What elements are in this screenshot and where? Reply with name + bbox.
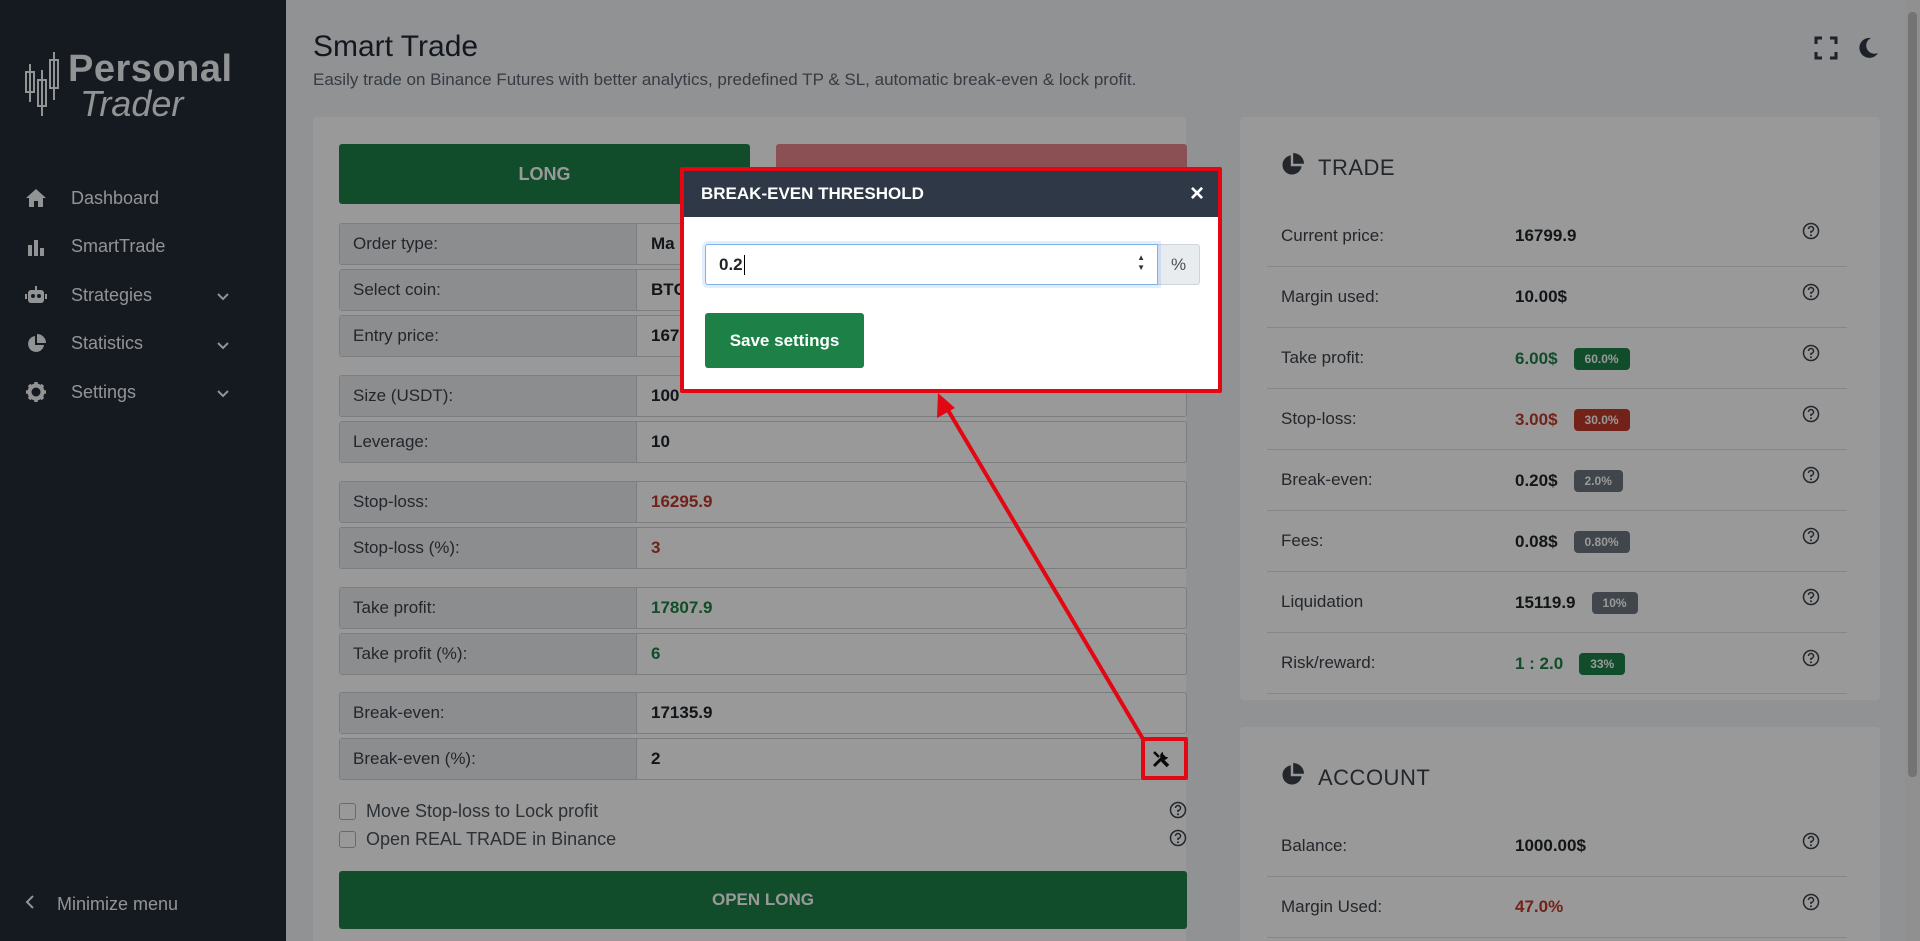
percent-unit: % [1158,244,1200,285]
break-even-threshold-modal: BREAK-EVEN THRESHOLD × 0.2 ▲ ▼ % Save set… [680,167,1222,393]
annotation-arrow [937,393,1145,741]
text-cursor [743,254,745,275]
threshold-input[interactable]: 0.2 ▲ ▼ [705,244,1158,285]
threshold-input-group: 0.2 ▲ ▼ % [705,244,1200,285]
threshold-value: 0.2 [719,254,743,274]
modal-header: BREAK-EVEN THRESHOLD × [684,171,1218,217]
save-settings-button[interactable]: Save settings [705,313,864,368]
modal-title: BREAK-EVEN THRESHOLD [701,184,924,203]
number-spinner-icon[interactable]: ▲ ▼ [1137,253,1145,273]
close-icon[interactable]: × [1190,180,1204,208]
